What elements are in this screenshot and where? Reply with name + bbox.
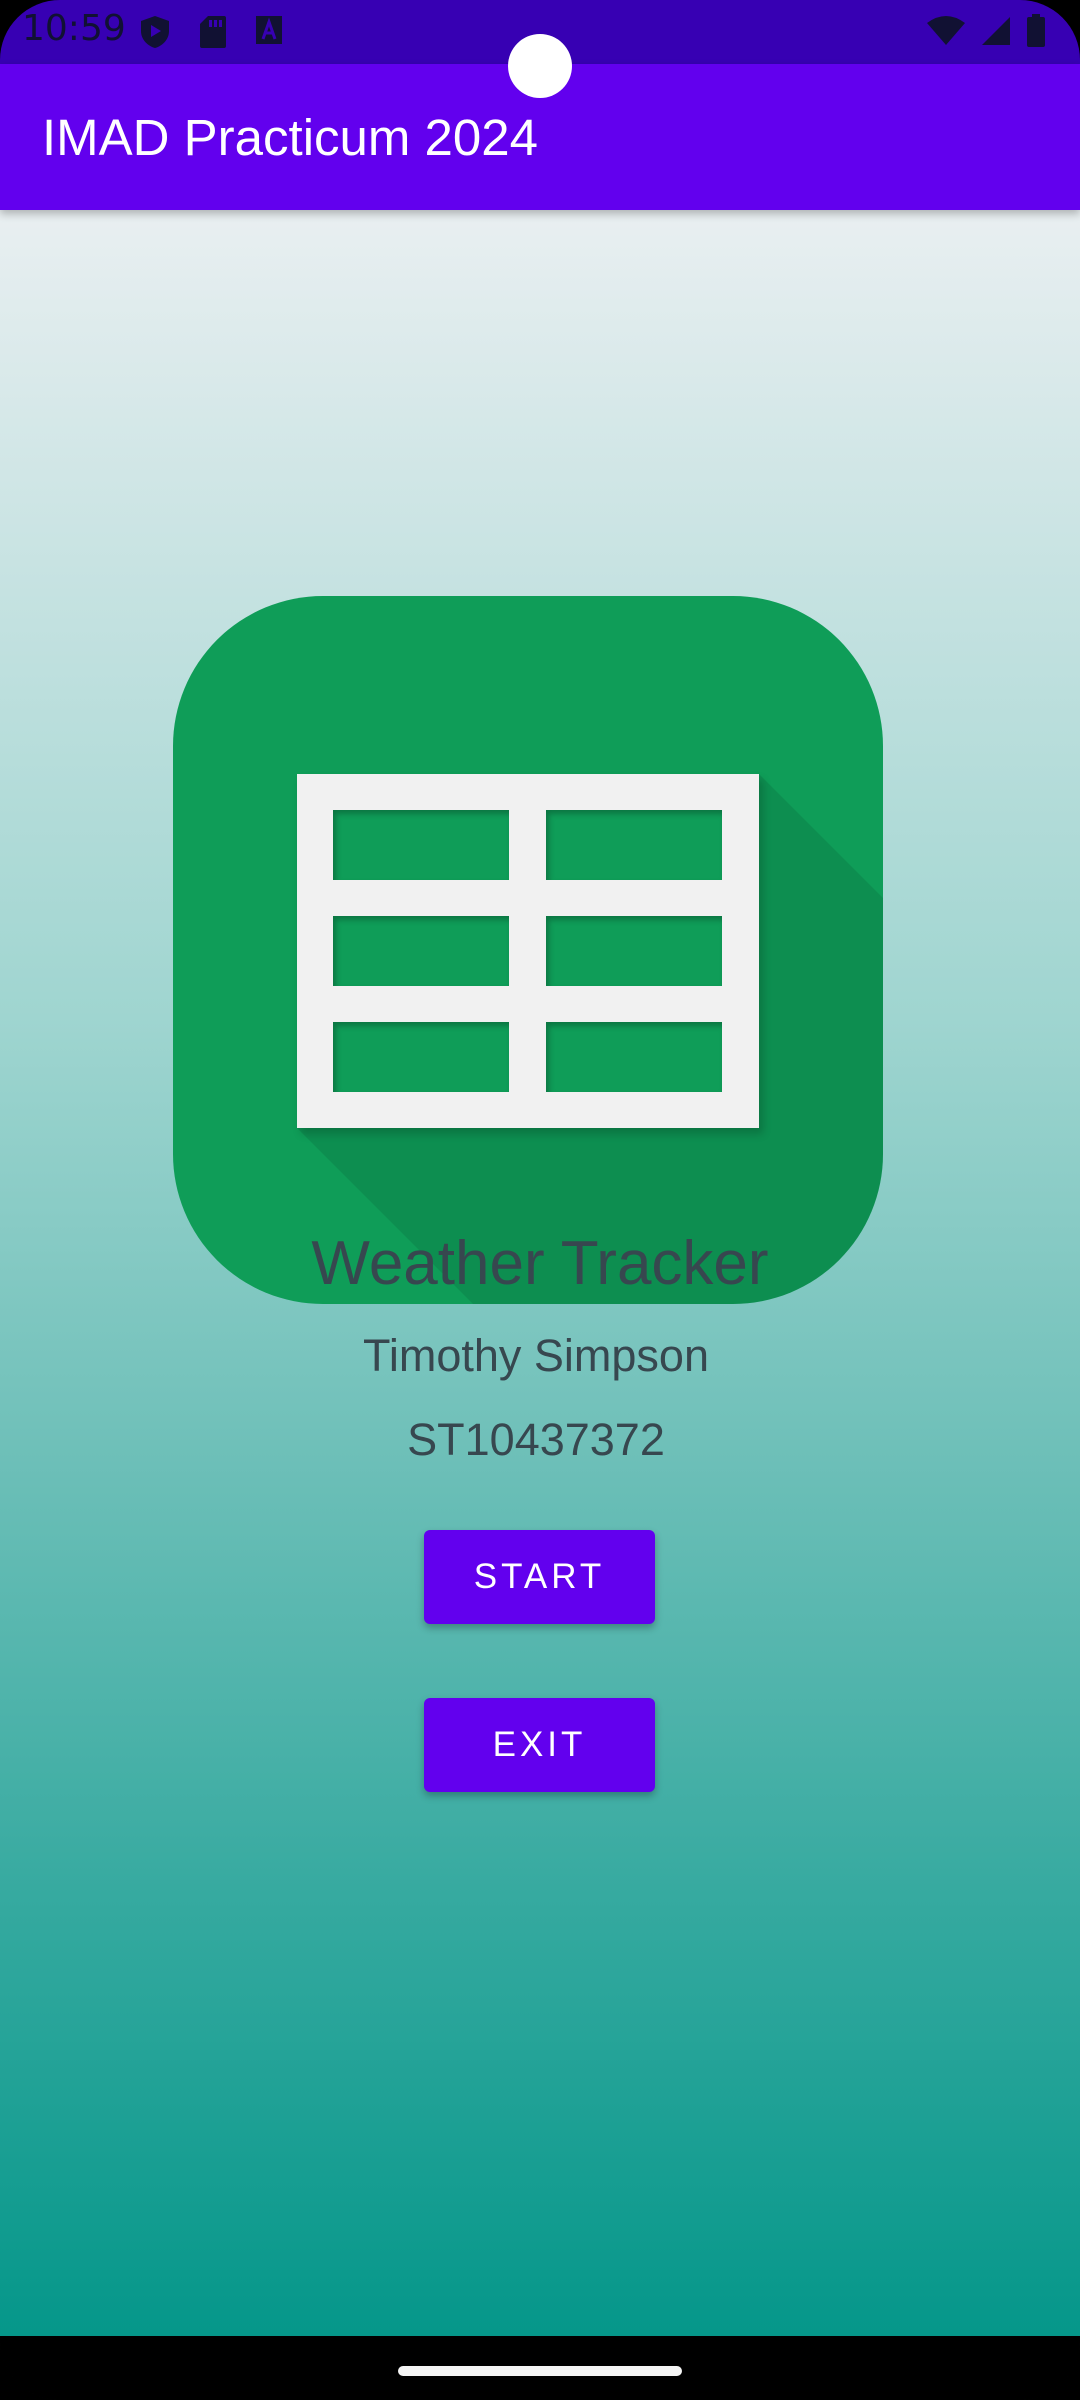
spreadsheet-grid bbox=[297, 774, 759, 1128]
exit-button[interactable]: EXIT bbox=[424, 1698, 655, 1792]
signal-icon bbox=[980, 15, 1012, 51]
grid-cell bbox=[546, 916, 722, 986]
grid-cell bbox=[546, 1022, 722, 1092]
status-system-icons bbox=[926, 14, 1046, 52]
camera-cutout bbox=[508, 34, 572, 98]
grid-cell bbox=[546, 810, 722, 880]
app-bar-title: IMAD Practicum 2024 bbox=[42, 109, 539, 166]
status-notification-icons bbox=[138, 14, 284, 54]
grid-cell bbox=[333, 916, 509, 986]
author-name: Timothy Simpson bbox=[363, 1330, 709, 1381]
status-time: 10:59 bbox=[22, 8, 126, 49]
spreadsheet-logo-icon bbox=[173, 596, 883, 1304]
phone-screen: 10:59 IMAD Practicum 2024 Weather Tracke… bbox=[0, 0, 1080, 2400]
sd-card-icon bbox=[198, 14, 228, 54]
app-name-heading: Weather Tracker bbox=[311, 1229, 769, 1298]
play-protect-icon bbox=[138, 14, 172, 54]
font-a-icon bbox=[254, 14, 284, 54]
wifi-icon bbox=[926, 15, 966, 51]
grid-cell bbox=[333, 810, 509, 880]
home-gesture-handle[interactable] bbox=[398, 2366, 682, 2376]
student-id: ST10437372 bbox=[407, 1414, 665, 1465]
grid-cell bbox=[333, 1022, 509, 1092]
start-button[interactable]: START bbox=[424, 1530, 655, 1624]
battery-icon bbox=[1026, 14, 1046, 52]
